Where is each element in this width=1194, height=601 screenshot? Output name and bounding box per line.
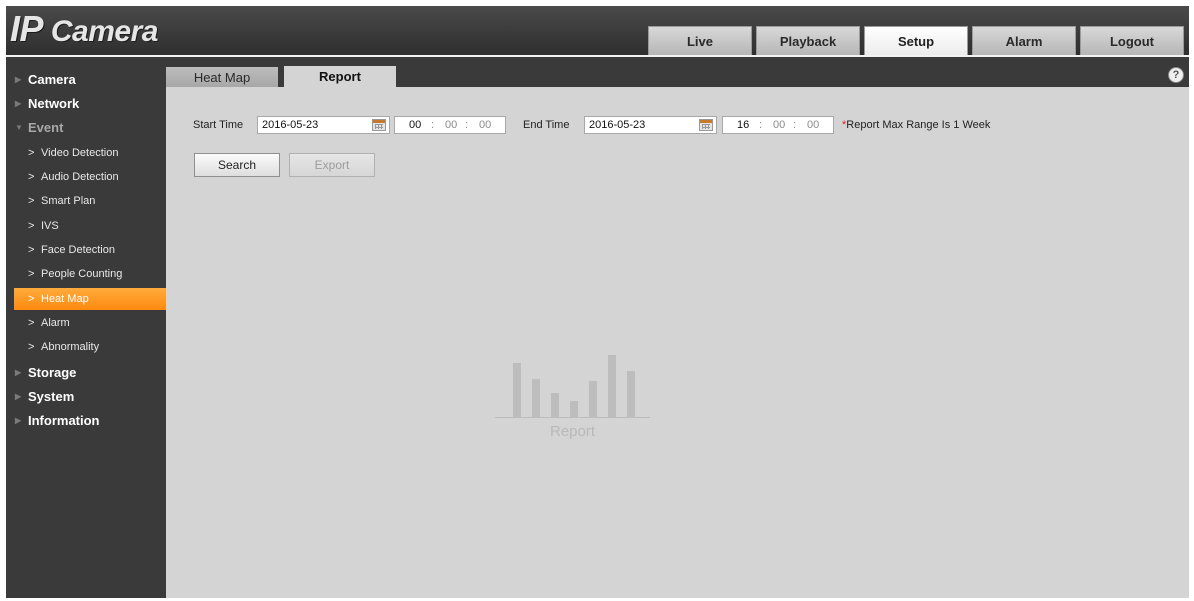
sidebar-item-ivs[interactable]: > IVS [14, 215, 166, 237]
time-separator: : [431, 119, 435, 131]
collapsed-arrow-icon: ▶ [15, 416, 22, 425]
sidebar-item-smart-plan[interactable]: > Smart Plan [14, 190, 166, 212]
placeholder-bar [532, 379, 540, 417]
sidebar-item-video-detection[interactable]: > Video Detection [14, 142, 166, 164]
chevron-right-icon: > [28, 220, 35, 232]
start-date-value: 2016-05-23 [262, 119, 319, 131]
sidebar-item-system[interactable]: ▶ System [6, 386, 166, 408]
start-minute[interactable]: 00 [445, 117, 457, 133]
sidebar-item-audio-detection[interactable]: > Audio Detection [14, 166, 166, 188]
time-separator: : [793, 119, 797, 131]
sidebar-label: IVS [41, 220, 59, 232]
sidebar-item-camera[interactable]: ▶ Camera [6, 69, 166, 91]
empty-report-placeholder: Report [495, 347, 650, 441]
sidebar-item-heat-map[interactable]: > Heat Map [14, 288, 166, 310]
end-time-field[interactable]: 16 : 00 : 00 [722, 116, 834, 134]
main-content: Heat Map Report ? Start Time 2016-05-23 … [166, 57, 1189, 598]
collapsed-arrow-icon: ▶ [15, 75, 22, 84]
chevron-right-icon: > [28, 171, 35, 183]
chevron-right-icon: > [28, 293, 35, 305]
time-separator: : [465, 119, 469, 131]
placeholder-bar [570, 401, 578, 417]
tab-report[interactable]: Report [284, 66, 396, 87]
nav-tab-logout[interactable]: Logout [1080, 26, 1184, 55]
sidebar-item-information[interactable]: ▶ Information [6, 410, 166, 432]
calendar-icon[interactable] [372, 119, 386, 131]
start-time-field[interactable]: 00 : 00 : 00 [394, 116, 506, 134]
time-separator: : [759, 119, 763, 131]
sidebar-item-alarm[interactable]: > Alarm [14, 312, 166, 334]
placeholder-bar [608, 355, 616, 417]
chevron-right-icon: > [28, 147, 35, 159]
sidebar-label: Abnormality [41, 341, 100, 353]
end-second[interactable]: 00 [807, 117, 819, 133]
tab-bar: Heat Map Report ? [166, 57, 1189, 87]
sidebar-item-people-counting[interactable]: > People Counting [14, 263, 166, 285]
sidebar-label: Information [28, 413, 100, 428]
sidebar-item-face-detection[interactable]: > Face Detection [14, 239, 166, 261]
end-hour[interactable]: 16 [737, 117, 749, 133]
chevron-right-icon: > [28, 268, 35, 280]
sidebar-label: Video Detection [41, 147, 119, 159]
nav-tab-setup[interactable]: Setup [864, 26, 968, 55]
collapsed-arrow-icon: ▶ [15, 392, 22, 401]
end-date-field[interactable]: 2016-05-23 [584, 116, 717, 134]
calendar-icon[interactable] [699, 119, 713, 131]
chevron-right-icon: > [28, 317, 35, 329]
sidebar-label: Alarm [41, 317, 70, 329]
start-date-field[interactable]: 2016-05-23 [257, 116, 390, 134]
sidebar-label: Face Detection [41, 244, 115, 256]
nav-tab-alarm[interactable]: Alarm [972, 26, 1076, 55]
help-icon[interactable]: ? [1168, 67, 1184, 83]
sidebar-item-network[interactable]: ▶ Network [6, 93, 166, 115]
placeholder-caption: Report [549, 423, 596, 440]
sidebar-item-event[interactable]: ▼ Event [6, 117, 166, 139]
tab-heat-map[interactable]: Heat Map [166, 67, 278, 87]
chevron-right-icon: > [28, 195, 35, 207]
sidebar-label: Network [28, 96, 80, 111]
search-button[interactable]: Search [194, 153, 280, 177]
start-second[interactable]: 00 [479, 117, 491, 133]
end-time-label: End Time [523, 119, 570, 131]
sidebar-label: Camera [28, 72, 76, 87]
expanded-arrow-icon: ▼ [15, 123, 23, 132]
end-minute[interactable]: 00 [773, 117, 785, 133]
placeholder-baseline [495, 417, 650, 418]
header-bar: IP Camera Live Playback Setup Alarm Logo… [6, 6, 1189, 56]
placeholder-bar [589, 381, 597, 417]
sidebar-label: Heat Map [41, 293, 89, 305]
start-time-label: Start Time [193, 119, 244, 131]
placeholder-bar [551, 393, 559, 417]
placeholder-bar [513, 363, 521, 417]
export-button[interactable]: Export [289, 153, 375, 177]
app-logo: IP Camera [10, 8, 158, 49]
start-hour[interactable]: 00 [409, 117, 421, 133]
sidebar-label: Storage [28, 365, 77, 380]
sidebar-label: Smart Plan [41, 195, 96, 207]
collapsed-arrow-icon: ▶ [15, 368, 22, 377]
placeholder-bar [627, 371, 635, 417]
sidebar-label: People Counting [41, 268, 123, 280]
chevron-right-icon: > [28, 341, 35, 353]
collapsed-arrow-icon: ▶ [15, 99, 22, 108]
sidebar-label: System [28, 389, 75, 404]
sidebar: ▶ Camera ▶ Network ▼ Event > Video Detec… [6, 57, 166, 598]
nav-tab-live[interactable]: Live [648, 26, 752, 55]
sidebar-item-storage[interactable]: ▶ Storage [6, 362, 166, 384]
sidebar-label: Event [28, 120, 64, 135]
range-note-text: Report Max Range Is 1 Week [846, 119, 991, 131]
app-frame: IP Camera Live Playback Setup Alarm Logo… [6, 6, 1189, 598]
sidebar-item-abnormality[interactable]: > Abnormality [14, 336, 166, 358]
sidebar-label: Audio Detection [41, 171, 119, 183]
nav-tab-playback[interactable]: Playback [756, 26, 860, 55]
end-date-value: 2016-05-23 [589, 119, 646, 131]
chevron-right-icon: > [28, 244, 35, 256]
range-note: *Report Max Range Is 1 Week [842, 117, 990, 133]
